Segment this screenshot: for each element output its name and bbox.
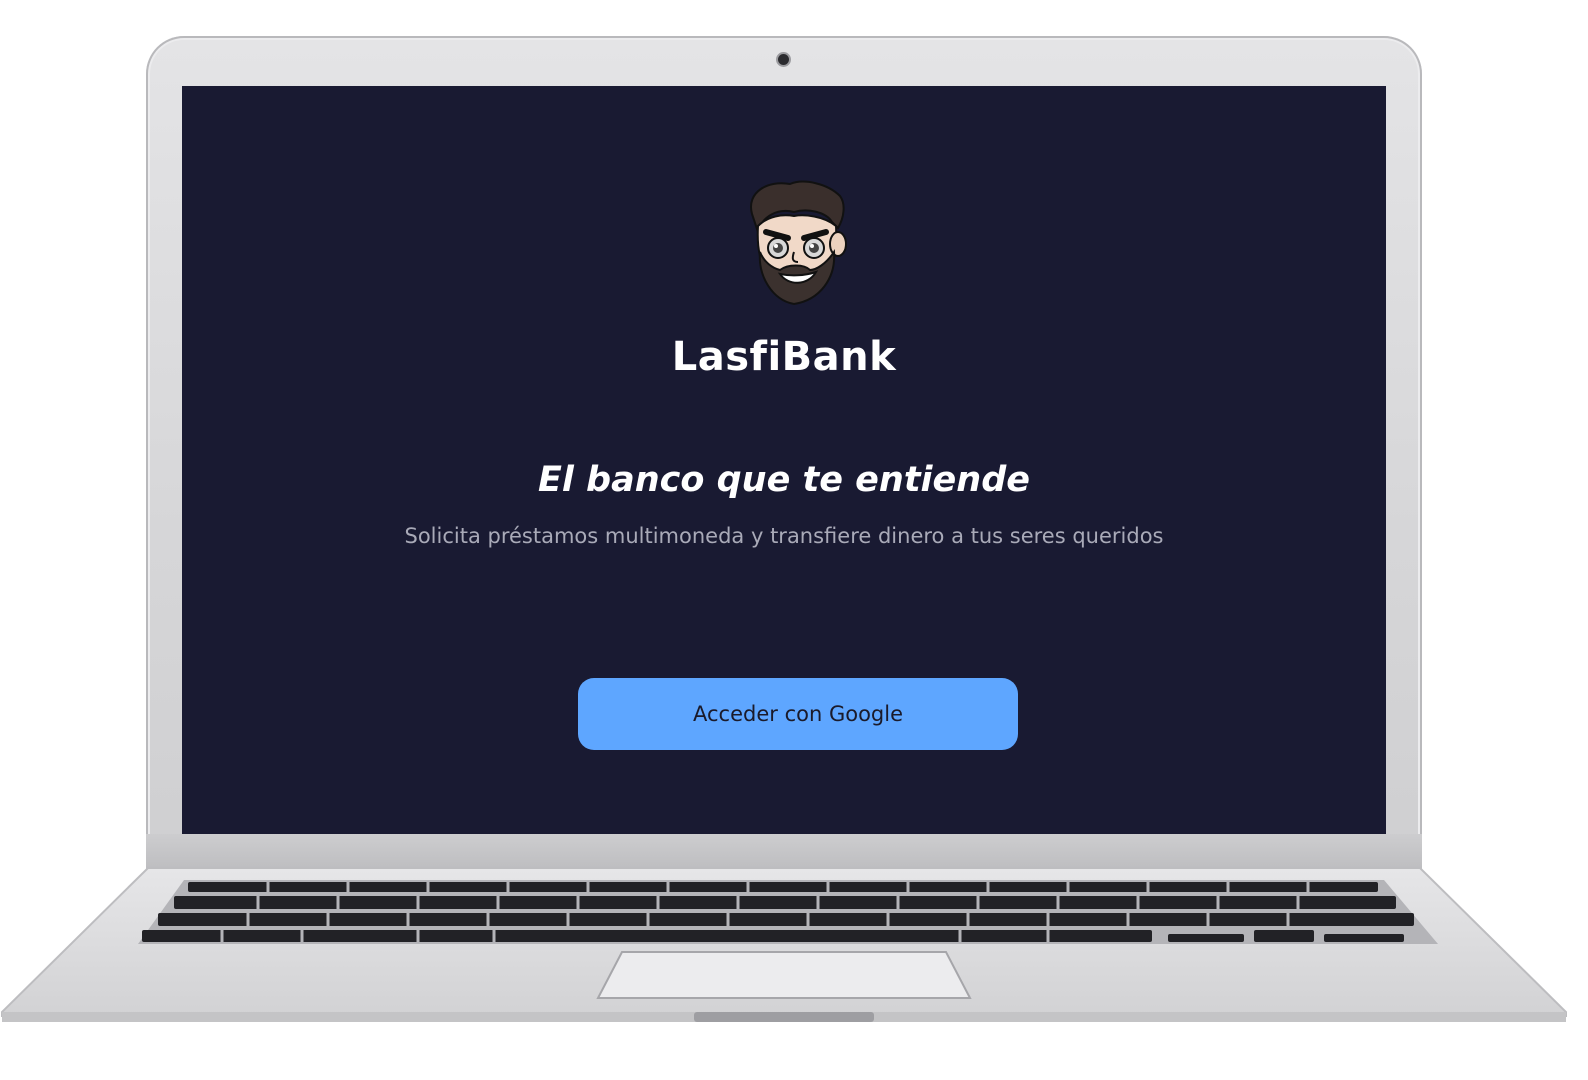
google-login-button[interactable]: Acceder con Google xyxy=(578,678,1018,750)
laptop-lid: LasfiBank El banco que te entiende Solic… xyxy=(146,36,1422,870)
bearded-man-mascot-icon xyxy=(750,180,847,306)
brand-name: LasfiBank xyxy=(671,334,897,380)
lid-hinge-strip xyxy=(146,834,1422,870)
laptop-mockup: LasfiBank El banco que te entiende Solic… xyxy=(0,0,1588,1080)
webcam-icon xyxy=(778,54,789,65)
tagline: El banco que te entiende xyxy=(537,460,1031,500)
keyboard xyxy=(138,880,1438,944)
app-screen: LasfiBank El banco que te entiende Solic… xyxy=(182,86,1386,834)
subtitle: Solicita préstamos multimoneda y transfi… xyxy=(404,524,1164,548)
